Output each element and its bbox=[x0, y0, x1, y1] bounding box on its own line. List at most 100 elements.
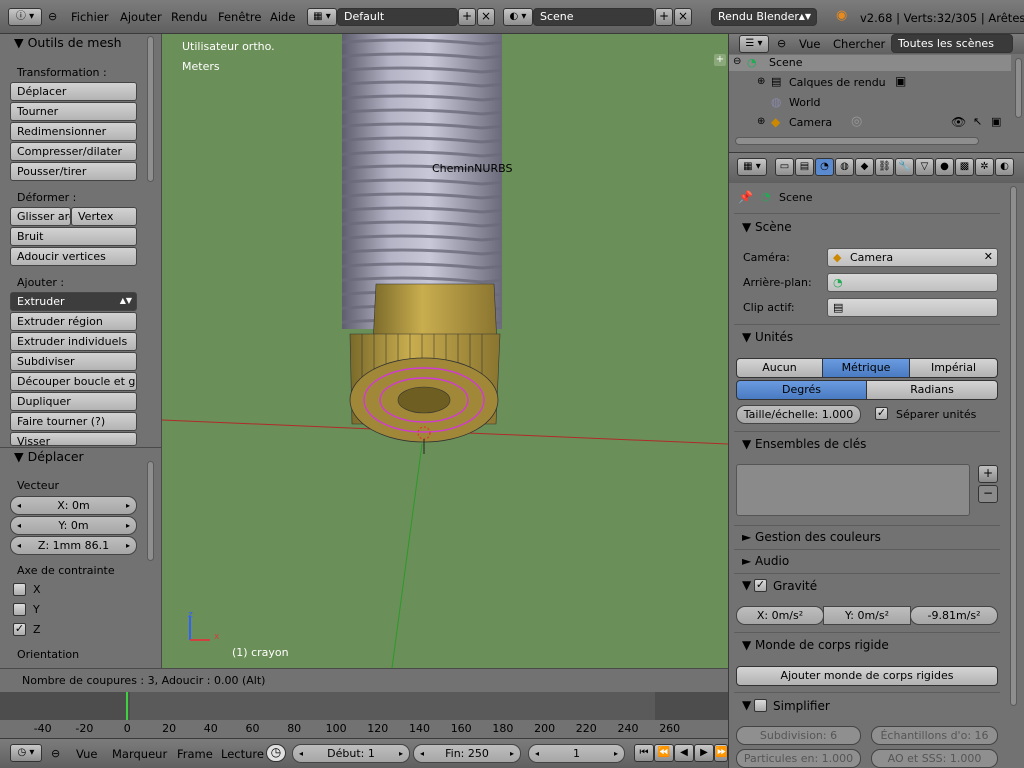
move-button[interactable]: Déplacer bbox=[10, 82, 137, 101]
vector-x-field[interactable]: ◂ X: 0m ▸ bbox=[10, 496, 137, 515]
keying-sets-panel-header[interactable]: ▼ Ensembles de clés bbox=[742, 437, 866, 451]
simplify-checkbox[interactable] bbox=[754, 699, 767, 712]
visibility-eye-icon[interactable]: 👁 bbox=[951, 115, 966, 129]
constraint-z-checkbox[interactable]: ✓ bbox=[13, 623, 26, 636]
rotate-button[interactable]: Tourner bbox=[10, 102, 137, 121]
radians-button[interactable]: Radians bbox=[866, 380, 998, 400]
separate-units-checkbox[interactable]: ✓ bbox=[875, 407, 888, 420]
unit-metric-button[interactable]: Métrique bbox=[822, 358, 910, 378]
timeline-editor-icon[interactable]: ◷ ▾ bbox=[10, 744, 42, 762]
menu-render[interactable]: Rendu bbox=[171, 10, 207, 24]
outliner-collapse-icon[interactable]: ⊖ bbox=[777, 37, 786, 50]
menu-add[interactable]: Ajouter bbox=[120, 10, 162, 24]
jump-keyframe-back-icon[interactable]: ⏪ bbox=[654, 744, 674, 762]
end-frame-field[interactable]: ◂ Fin: 250 ▸ bbox=[413, 744, 521, 763]
select-cursor-icon[interactable]: ↖ bbox=[973, 115, 982, 128]
extrude-region-button[interactable]: Extruder région bbox=[10, 312, 137, 331]
gravity-x-field[interactable]: X: 0m/s² bbox=[736, 606, 824, 625]
constraints-tab-icon[interactable]: ⛓ bbox=[875, 158, 894, 176]
camera-field[interactable]: ◆ Camera ✕ bbox=[827, 248, 998, 267]
operator-scrollbar[interactable] bbox=[147, 461, 154, 561]
scene-panel-header[interactable]: ▼ Scène bbox=[742, 220, 792, 234]
current-frame-marker[interactable] bbox=[126, 692, 128, 722]
spin-button[interactable]: Faire tourner (?) bbox=[10, 412, 137, 431]
remove-layout-icon[interactable]: × bbox=[477, 8, 495, 26]
properties-scrollbar[interactable] bbox=[1010, 186, 1017, 706]
gravity-y-field[interactable]: Y: 0m/s² bbox=[823, 606, 911, 625]
degrees-button[interactable]: Degrés bbox=[736, 380, 867, 400]
add-scene-icon[interactable]: + bbox=[655, 8, 673, 26]
render-layers-tab-icon[interactable]: ▤ bbox=[795, 158, 814, 176]
unit-scale-field[interactable]: Taille/échelle: 1.000 bbox=[736, 405, 861, 424]
pin-icon[interactable]: 📌 bbox=[738, 190, 753, 204]
simplify-samples-field[interactable]: Échantillons d'o: 16 bbox=[871, 726, 998, 745]
loopcut-button[interactable]: Découper boucle et glis bbox=[10, 372, 137, 391]
data-tab-icon[interactable]: ▽ bbox=[915, 158, 934, 176]
info-icon[interactable]: ⓘ ▾ bbox=[8, 8, 42, 26]
units-panel-header[interactable]: ▼ Unités bbox=[742, 330, 793, 344]
start-frame-field[interactable]: ◂ Début: 1 ▸ bbox=[292, 744, 410, 763]
properties-toggle-icon[interactable]: + bbox=[714, 54, 726, 66]
active-clip-field[interactable]: ▤ bbox=[827, 298, 998, 317]
keying-icon[interactable]: ◷ bbox=[266, 744, 286, 762]
constraint-x-checkbox[interactable] bbox=[13, 583, 26, 596]
3d-viewport[interactable]: Utilisateur ortho. Meters CheminNURBS z … bbox=[162, 34, 728, 668]
shrink-button[interactable]: Compresser/dilater bbox=[10, 142, 137, 161]
expand-camera-icon[interactable]: ⊕ bbox=[757, 116, 765, 127]
background-field[interactable]: ◔ bbox=[827, 273, 998, 292]
resize-button[interactable]: Redimensionner bbox=[10, 122, 137, 141]
scene-selector[interactable]: Scene bbox=[533, 8, 654, 26]
render-tab-icon[interactable]: ▭ bbox=[775, 158, 794, 176]
edge-slide-button[interactable]: Glisser arê bbox=[10, 207, 71, 226]
timeline-collapse-icon[interactable]: ⊖ bbox=[51, 747, 60, 760]
object-tab-icon[interactable]: ◆ bbox=[855, 158, 874, 176]
color-management-header[interactable]: ► Gestion des couleurs bbox=[742, 530, 881, 544]
outliner-menu-view[interactable]: Vue bbox=[799, 37, 820, 51]
properties-editor-icon[interactable]: ▦ ▾ bbox=[737, 158, 767, 176]
gravity-z-field[interactable]: -9.81m/s² bbox=[910, 606, 998, 625]
unit-none-button[interactable]: Aucun bbox=[736, 358, 823, 378]
outliner-scrollbar[interactable] bbox=[1015, 58, 1022, 118]
add-rigid-body-world-button[interactable]: Ajouter monde de corps rigides bbox=[736, 666, 998, 686]
scene-icon[interactable]: ◐ ▾ bbox=[503, 8, 533, 26]
clear-camera-icon[interactable]: ✕ bbox=[984, 250, 993, 263]
rigid-body-world-header[interactable]: ▼ Monde de corps rigide bbox=[742, 638, 889, 652]
extrude-individual-button[interactable]: Extruder individuels bbox=[10, 332, 137, 351]
operator-header[interactable]: ▼ Déplacer bbox=[14, 449, 84, 464]
gravity-header[interactable]: ▼ bbox=[742, 578, 751, 592]
add-layout-icon[interactable]: + bbox=[458, 8, 476, 26]
noise-button[interactable]: Bruit bbox=[10, 227, 137, 246]
texture-tab-icon[interactable]: ▩ bbox=[955, 158, 974, 176]
physics-tab-icon[interactable]: ◐ bbox=[995, 158, 1014, 176]
outliner-filter-select[interactable]: Toutes les scènes bbox=[891, 34, 1013, 53]
tool-shelf-header[interactable]: ▼ Outils de mesh bbox=[14, 35, 122, 50]
timeline-menu-marker[interactable]: Marqueur bbox=[112, 747, 167, 761]
gravity-checkbox[interactable]: ✓ bbox=[754, 579, 767, 592]
expand-scene-icon[interactable]: ⊖ bbox=[733, 56, 741, 67]
vector-z-field[interactable]: ◂ Z: 1mm 86.1 ▸ bbox=[10, 536, 137, 555]
outliner-hscrollbar[interactable] bbox=[735, 137, 979, 145]
duplicate-button[interactable]: Dupliquer bbox=[10, 392, 137, 411]
simplify-particles-field[interactable]: Particules en: 1.000 bbox=[736, 749, 861, 768]
vertex-slide-button[interactable]: Vertex bbox=[71, 207, 137, 226]
timeline-menu-view[interactable]: Vue bbox=[76, 747, 97, 761]
expand-render-layers-icon[interactable]: ⊕ bbox=[757, 76, 765, 87]
menu-file[interactable]: Fichier bbox=[71, 10, 109, 24]
play-icon[interactable]: ▶ bbox=[694, 744, 714, 762]
modifiers-tab-icon[interactable]: 🔧 bbox=[895, 158, 914, 176]
collapse-icon[interactable]: ⊖ bbox=[48, 10, 57, 23]
layout-icon[interactable]: ▦ ▾ bbox=[307, 8, 337, 26]
menu-window[interactable]: Fenêtre bbox=[218, 10, 261, 24]
scene-tab-icon[interactable]: ◔ bbox=[815, 158, 834, 176]
extrude-menu[interactable]: Extruder ▲▼ bbox=[10, 292, 137, 311]
remove-scene-icon[interactable]: × bbox=[674, 8, 692, 26]
outliner-editor-icon[interactable]: ☰ ▾ bbox=[739, 35, 769, 53]
menu-help[interactable]: Aide bbox=[270, 10, 295, 24]
particles-tab-icon[interactable]: ✲ bbox=[975, 158, 994, 176]
jump-keyframe-forward-icon[interactable]: ⏩ bbox=[714, 744, 728, 762]
render-camera-icon[interactable]: ▣ bbox=[991, 115, 1001, 128]
jump-start-icon[interactable]: ⏮ bbox=[634, 744, 654, 762]
screw-button[interactable]: Visser bbox=[10, 432, 137, 446]
simplify-header[interactable]: ▼ bbox=[742, 698, 751, 712]
audio-header[interactable]: ► Audio bbox=[742, 554, 789, 568]
